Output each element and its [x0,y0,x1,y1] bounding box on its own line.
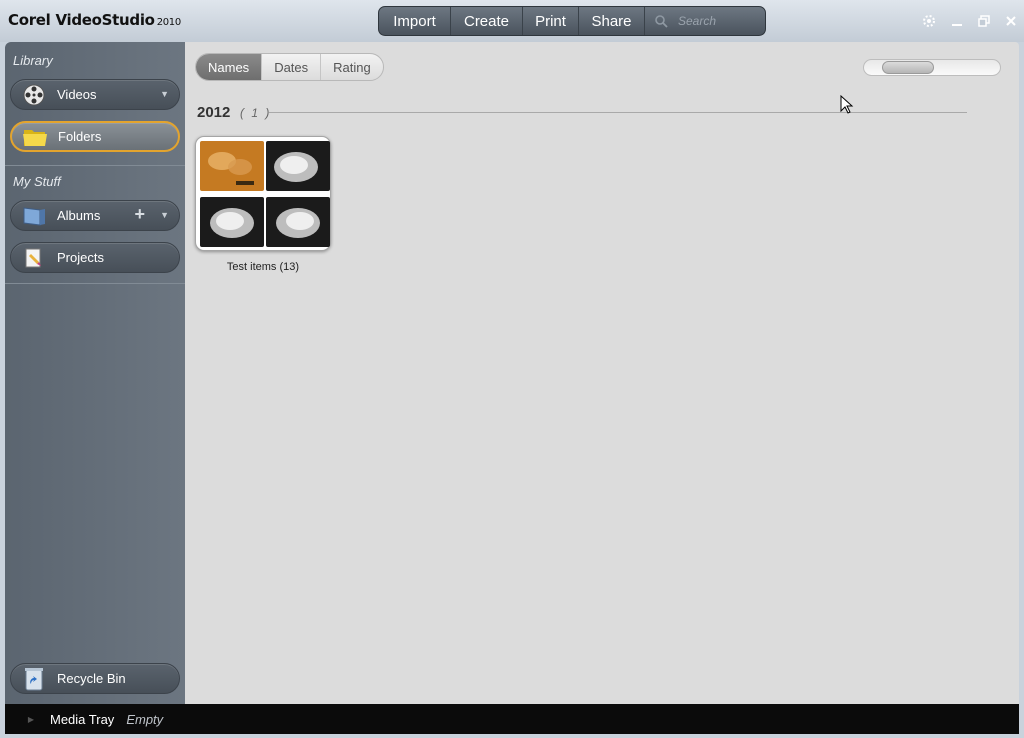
sidebar-item-folders[interactable]: Folders [10,121,180,152]
thumbnail-image [200,141,264,191]
title-bar: Corel VideoStudio 2010 Import Create Prin… [0,0,1024,42]
app-version: 2010 [156,17,182,28]
group-count: ( 1 ) [240,106,272,120]
settings-gear-icon[interactable] [920,12,938,30]
tab-rating[interactable]: Rating [321,54,383,80]
view-sort-tabs: Names Dates Rating [195,53,384,81]
share-button[interactable]: Share [579,7,645,35]
thumbnail-image [200,197,264,247]
chevron-down-icon[interactable]: ▼ [160,89,169,99]
mouse-cursor-icon [840,95,854,114]
group-year: 2012 [197,104,231,121]
film-reel-icon [21,83,47,107]
media-tray-label: Media Tray [50,711,115,727]
create-button[interactable]: Create [451,7,523,35]
sidebar-item-label: Albums [57,208,101,223]
import-button[interactable]: Import [379,7,451,35]
top-navigation: Import Create Print Share Search [378,6,766,36]
library-heading: Library [13,53,53,68]
close-icon[interactable] [1002,12,1020,30]
folder-icon [22,125,48,149]
thumbnail-size-slider[interactable] [863,59,1001,76]
thumbnail-image [266,141,330,191]
sidebar-divider [5,283,185,284]
chevron-down-icon[interactable]: ▼ [160,210,169,220]
main-content: Names Dates Rating 2012 ( 1 ) Test items… [185,42,1019,704]
media-tray[interactable]: ▶ Media Tray Empty [5,704,1019,734]
folder-thumbnail[interactable] [195,136,331,251]
projects-icon [21,246,47,270]
group-divider [269,112,967,113]
app-name: Corel VideoStudio [8,11,155,29]
add-album-icon[interactable]: + [134,204,145,225]
sidebar-item-label: Videos [57,87,97,102]
play-icon[interactable]: ▶ [22,710,40,728]
sidebar-item-label: Projects [57,250,104,265]
recycle-bin-icon [21,667,47,691]
sidebar-item-label: Folders [58,129,102,144]
folder-label: Test items (13) [226,261,300,273]
media-tray-status: Empty [126,711,164,727]
sidebar-item-recycle-bin[interactable]: Recycle Bin [10,663,180,694]
search-icon [655,14,668,28]
thumbnail-image [266,197,330,247]
tab-dates[interactable]: Dates [262,54,322,80]
sidebar-item-projects[interactable]: Projects [10,242,180,273]
sidebar-item-albums[interactable]: Albums + ▼ [10,200,180,231]
sidebar-divider [5,165,185,166]
minimize-icon[interactable] [948,12,966,30]
print-button[interactable]: Print [523,7,579,35]
search-input[interactable]: Search [645,7,765,35]
tab-names[interactable]: Names [196,54,263,80]
sidebar-item-label: Recycle Bin [57,671,126,686]
mystuff-heading: My Stuff [13,174,61,189]
restore-icon[interactable] [975,12,993,30]
album-icon [21,204,47,228]
sidebar-item-videos[interactable]: Videos ▼ [10,79,180,110]
slider-handle[interactable] [882,61,934,74]
sidebar: Library Videos ▼ Folders My Stuff Albums… [5,42,185,704]
app-title: Corel VideoStudio 2010 [8,11,181,29]
search-placeholder: Search [678,14,717,28]
